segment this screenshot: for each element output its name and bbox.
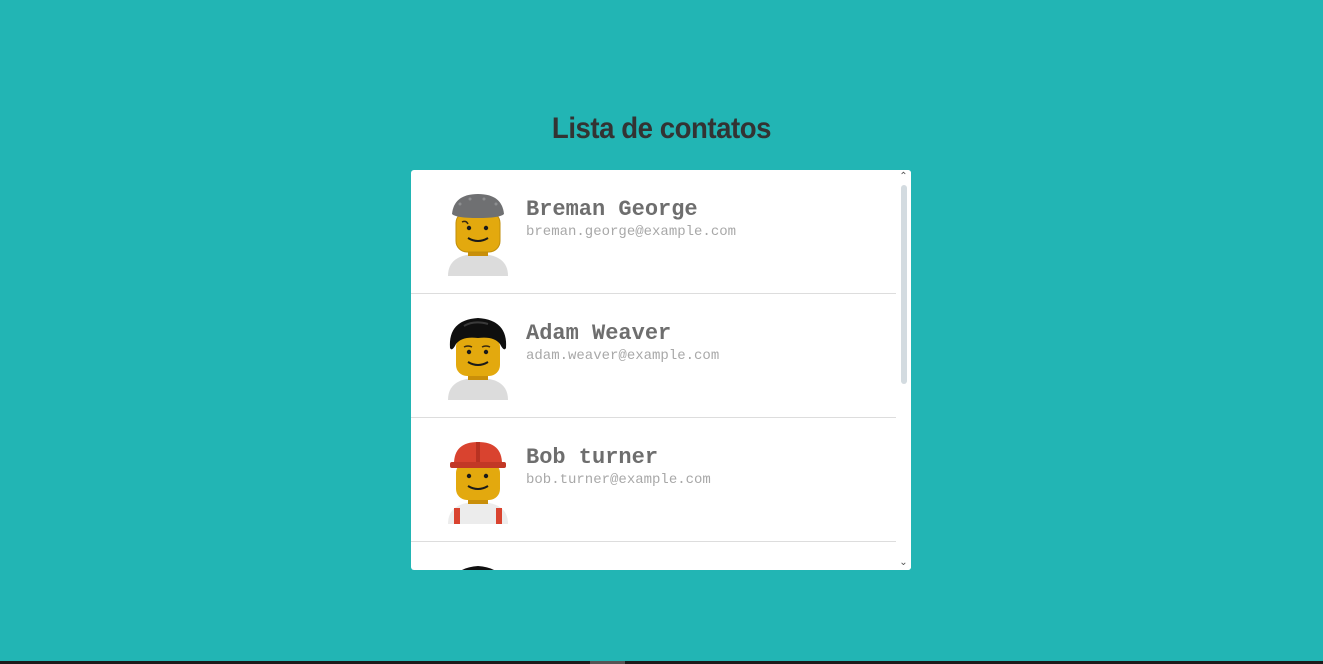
contact-email: adam.weaver@example.com — [526, 348, 720, 364]
lego-minifig-red-hardhat-icon — [448, 442, 508, 524]
contact-item[interactable]: Breman George breman.george@example.com — [411, 170, 896, 294]
contact-list[interactable]: Breman George breman.george@example.com … — [411, 170, 896, 570]
contact-name: Bob turner — [526, 445, 659, 470]
lego-minifig-black-hair-icon — [448, 318, 508, 400]
contact-name: Breman George — [526, 197, 698, 222]
contact-item[interactable] — [411, 542, 896, 570]
scroll-thumb[interactable] — [901, 185, 907, 384]
lego-minifig-black-hair-icon — [462, 566, 494, 570]
contact-email: breman.george@example.com — [526, 224, 737, 240]
contact-item[interactable]: Bob turner bob.turner@example.com — [411, 418, 896, 542]
contact-item[interactable]: Adam Weaver adam.weaver@example.com — [411, 294, 896, 418]
page-title: Lista de contatos — [551, 112, 772, 145]
contact-name: Adam Weaver — [526, 321, 672, 346]
lego-minifig-grey-beanie-icon — [448, 194, 508, 276]
contact-email: bob.turner@example.com — [526, 472, 711, 488]
scroll-up-arrow-icon[interactable]: ⌃ — [896, 170, 911, 184]
scrollbar[interactable]: ⌃ ⌄ — [896, 170, 911, 570]
scroll-down-arrow-icon[interactable]: ⌄ — [896, 556, 911, 570]
contact-list-panel: Breman George breman.george@example.com … — [411, 170, 911, 570]
